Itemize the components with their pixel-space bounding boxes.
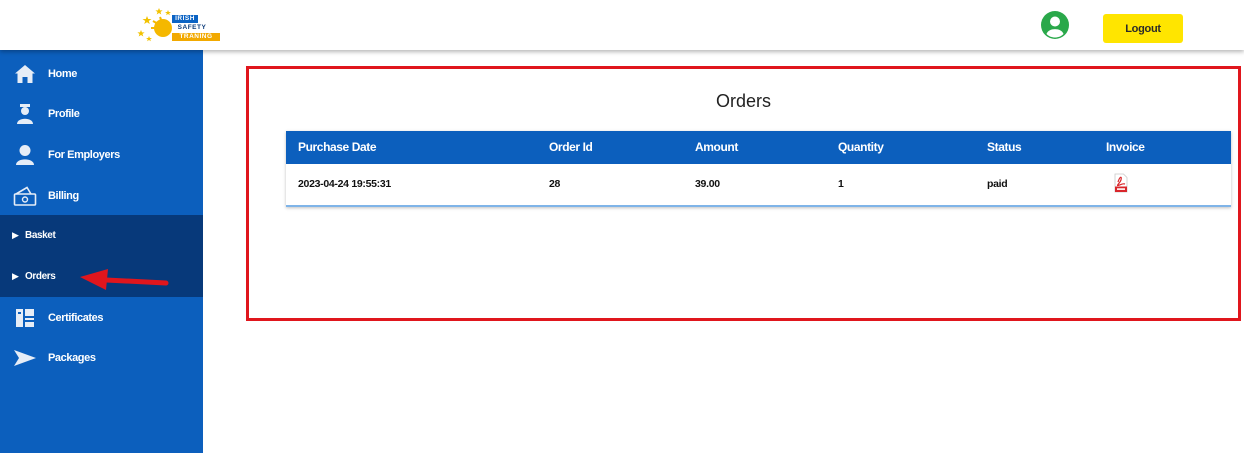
sidebar-item-packages[interactable]: Packages [0, 338, 203, 378]
orders-panel-highlight: Orders Purchase Date Order Id Amount Qua… [246, 66, 1241, 321]
sidebar-item-label: Basket [25, 229, 56, 241]
caret-right-icon: ▶ [12, 270, 19, 281]
red-annotation-arrow-icon [80, 269, 169, 290]
caret-right-icon: ▶ [12, 229, 19, 240]
sidebar-item-for-employers[interactable]: For Employers [0, 135, 203, 175]
table-row: 2023-04-24 19:55:31 28 39.00 1 paid [286, 164, 1231, 205]
column-header-status[interactable]: Status [987, 131, 1022, 164]
cell-purchase-date: 2023-04-24 19:55:31 [298, 178, 391, 190]
sidebar-item-certificates[interactable]: Certificates [0, 298, 203, 338]
table-header: Purchase Date Order Id Amount Quantity S… [286, 131, 1231, 164]
logo-line-2: SAFETY [177, 24, 207, 31]
home-icon [13, 62, 37, 86]
sidebar-item-basket[interactable]: ▶ Basket [0, 215, 203, 255]
column-header-amount[interactable]: Amount [695, 131, 738, 164]
logo-line-3: TRANING [172, 33, 220, 41]
logo-wordmark: IRISH SAFETY TRANING [172, 15, 225, 43]
packages-icon [13, 346, 37, 370]
sidebar-item-billing[interactable]: Billing [0, 176, 203, 216]
cell-status: paid [987, 178, 1008, 190]
page-title: Orders [715, 91, 771, 111]
sidebar-nav: Home Profile For Employers Billing ▶ Bas… [0, 50, 203, 453]
sidebar-item-profile[interactable]: Profile [0, 94, 203, 134]
billing-icon [13, 184, 37, 208]
sidebar-item-label: Certificates [48, 312, 104, 324]
column-header-quantity[interactable]: Quantity [838, 131, 884, 164]
cell-amount: 39.00 [695, 178, 720, 190]
logo-line-1: IRISH [172, 15, 198, 23]
employer-icon [13, 143, 37, 167]
sidebar-item-home[interactable]: Home [0, 54, 203, 94]
sun-logo-icon [137, 8, 172, 42]
sidebar-item-label: For Employers [48, 149, 120, 161]
certificates-icon [13, 306, 37, 330]
sidebar-item-label: Orders [25, 270, 56, 282]
column-header-order-id[interactable]: Order Id [549, 131, 593, 164]
sidebar-item-label: Packages [48, 352, 96, 364]
cell-order-id: 28 [549, 178, 561, 190]
logout-button[interactable]: Logout [1103, 14, 1183, 43]
sidebar-item-label: Billing [48, 190, 79, 202]
top-header: IRISH SAFETY TRANING Logout [0, 0, 1244, 50]
sidebar-item-label: Home [48, 68, 77, 80]
cell-quantity: 1 [838, 178, 844, 190]
orders-table: Purchase Date Order Id Amount Quantity S… [286, 131, 1231, 207]
irish-safety-training-logo[interactable]: IRISH SAFETY TRANING [137, 6, 227, 46]
pdf-icon[interactable] [1114, 173, 1128, 193]
user-circle-icon[interactable] [1040, 10, 1070, 40]
sidebar-item-label: Profile [48, 108, 80, 120]
column-header-purchase-date[interactable]: Purchase Date [298, 131, 377, 164]
profile-icon [13, 102, 37, 126]
column-header-invoice[interactable]: Invoice [1106, 131, 1145, 164]
